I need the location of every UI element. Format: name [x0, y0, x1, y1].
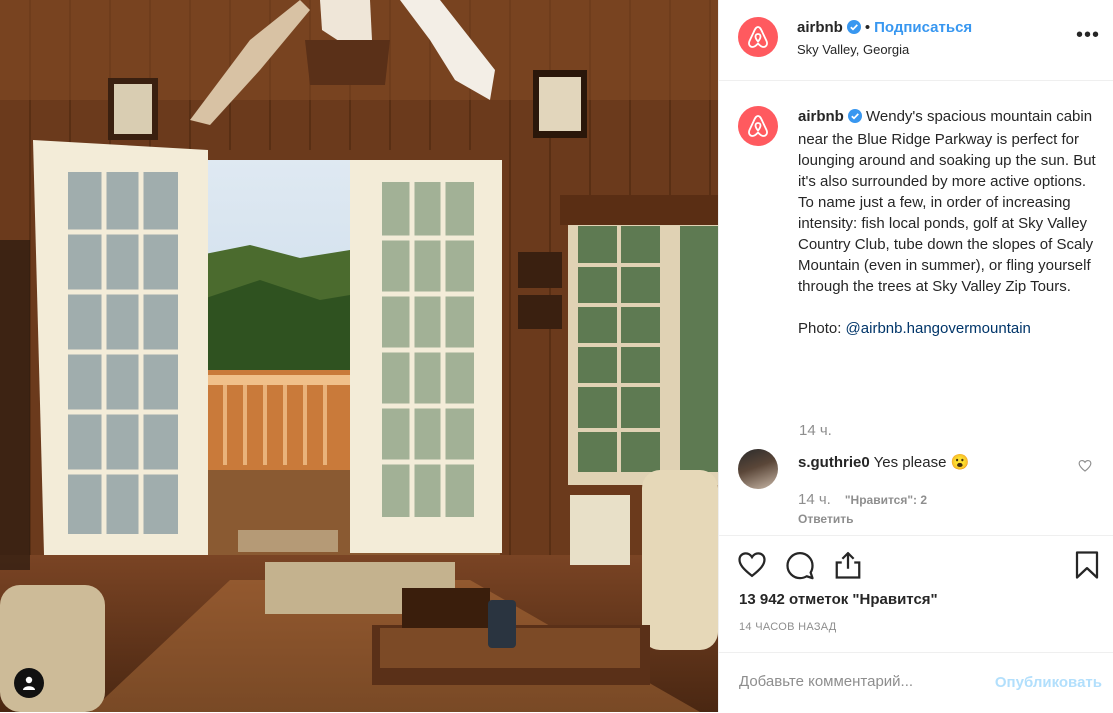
post-actions-bar	[719, 535, 1113, 588]
post-header: airbnb • Подписаться Sky Valley, Georgia •…	[719, 0, 1113, 81]
more-icon[interactable]: •••	[1076, 25, 1100, 45]
user-icon	[23, 676, 35, 690]
caption-photo-credit-label: Photo:	[798, 320, 846, 337]
caption-text: Wendy's spacious mountain cabin near the…	[798, 108, 1096, 295]
post-location[interactable]: Sky Valley, Georgia	[797, 42, 909, 57]
post-side-panel: airbnb • Подписаться Sky Valley, Georgia •…	[718, 0, 1113, 712]
comment-input[interactable]	[739, 673, 969, 690]
caption-photo-credit-link[interactable]: @airbnb.hangovermountain	[846, 320, 1031, 337]
bookmark-icon	[1075, 551, 1099, 579]
comment-meta: 14 ч. "Нравится": 2	[798, 491, 927, 508]
header-title-row: airbnb • Подписаться	[797, 19, 972, 38]
follow-button[interactable]: Подписаться	[874, 19, 972, 36]
caption-timestamp: 14 ч.	[799, 422, 832, 439]
separator-dot: •	[864, 19, 871, 36]
author-avatar[interactable]	[738, 17, 778, 57]
caption-author-avatar[interactable]	[738, 106, 778, 146]
post-time-ago: 14 ЧАСОВ НАЗАД	[739, 621, 837, 633]
caption-username[interactable]: airbnb	[798, 108, 844, 125]
comment-text-row: s.guthrie0 Yes please 😮	[798, 453, 969, 471]
airbnb-logo-icon	[748, 26, 768, 48]
cabin-photo-image	[0, 0, 718, 712]
save-button[interactable]	[1074, 550, 1100, 585]
likes-count[interactable]: 13 942 отметок "Нравится"	[739, 591, 938, 608]
comment-timestamp: 14 ч.	[798, 491, 831, 508]
comment-icon	[786, 552, 814, 580]
reply-button[interactable]: Ответить	[798, 512, 853, 526]
comment-likes[interactable]: "Нравится": 2	[845, 493, 927, 507]
comment-text: Yes please	[873, 454, 947, 471]
share-icon	[835, 552, 861, 579]
tagged-users-button[interactable]	[14, 668, 44, 698]
share-button[interactable]	[833, 550, 863, 585]
author-username[interactable]: airbnb	[797, 19, 843, 36]
comment-emoji: 😮	[950, 454, 970, 471]
like-button[interactable]	[737, 550, 767, 583]
verified-badge-icon	[847, 108, 862, 129]
publish-button[interactable]: Опубликовать	[995, 674, 1102, 691]
heart-icon	[1078, 459, 1092, 472]
caption-body: airbnb Wendy's spacious mountain cabin n…	[798, 106, 1098, 339]
commenter-username[interactable]: s.guthrie0	[798, 454, 870, 471]
airbnb-logo-icon	[748, 115, 768, 137]
comment-like-button[interactable]	[1078, 459, 1092, 477]
commenter-avatar[interactable]	[738, 449, 778, 489]
verified-badge-icon	[846, 20, 861, 38]
add-comment-bar: Опубликовать	[719, 652, 1113, 713]
post-photo[interactable]	[0, 0, 718, 712]
comment-button[interactable]	[785, 550, 815, 585]
heart-icon	[738, 552, 766, 578]
